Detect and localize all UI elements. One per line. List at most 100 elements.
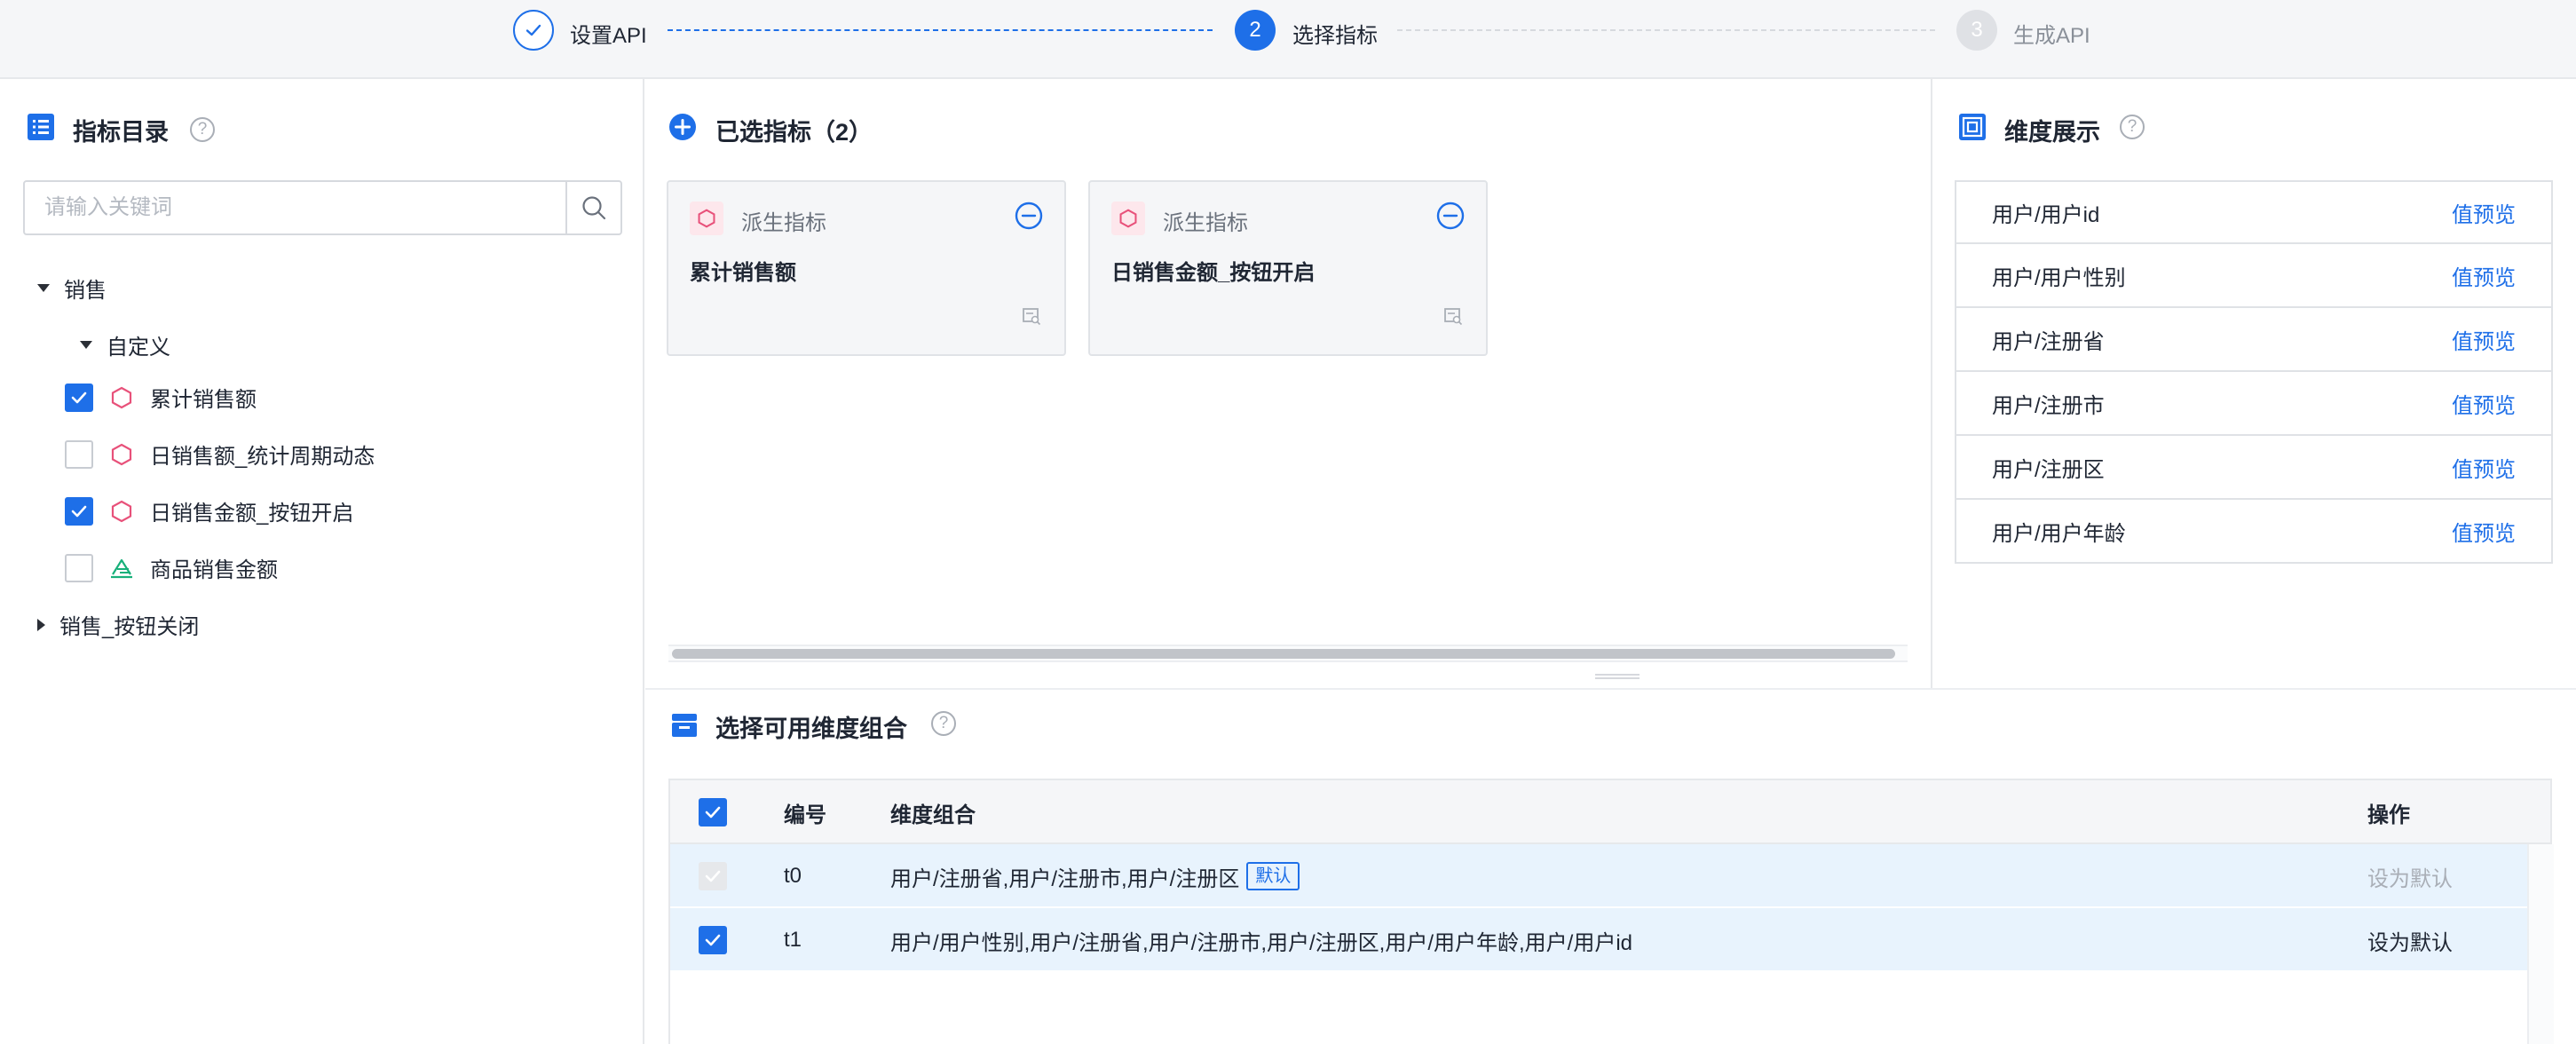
value-preview-link[interactable]: 值预览 xyxy=(2452,260,2516,291)
tree-subgroup-custom[interactable]: 自定义 xyxy=(80,329,170,360)
add-circle-icon xyxy=(668,113,697,141)
combo-title: 选择可用维度组合 xyxy=(715,716,907,742)
dimension-row: 用户/注册省 值预览 xyxy=(1955,308,2553,372)
caret-right-icon[interactable] xyxy=(37,618,45,631)
tree-item-label: 日销售金额_按钮开启 xyxy=(150,502,354,526)
metric-card[interactable]: 派生指标 日销售金额_按钮开启 xyxy=(1088,180,1488,356)
derived-metric-icon xyxy=(1111,202,1145,235)
selected-metrics-panel: 已选指标（2） 派生指标 累计销售额 派生指标 日销售金额_按钮开启 xyxy=(645,79,1932,688)
dimension-label: 用户/用户性别 xyxy=(1992,265,2126,290)
derived-metric-icon xyxy=(109,442,134,467)
remove-circle-icon[interactable] xyxy=(1015,202,1043,230)
search-icon xyxy=(582,196,606,220)
step-1-check-icon[interactable] xyxy=(513,10,554,51)
card-name: 累计销售额 xyxy=(690,261,796,285)
row-id: t0 xyxy=(784,864,802,888)
card-type: 派生指标 xyxy=(741,211,826,235)
help-icon[interactable]: ? xyxy=(931,711,956,736)
resize-handle[interactable] xyxy=(1595,668,1640,679)
dimension-combo-section: 选择可用维度组合 ? 编号 维度组合 操作 t0 用户/注册省,用户/注册市,用… xyxy=(645,688,2576,1044)
table-row: t0 用户/注册省,用户/注册市,用户/注册区 默认 设为默认 xyxy=(670,844,2527,908)
tree-subgroup-label: 自定义 xyxy=(107,336,170,360)
metric-catalog-panel: 指标目录 ? 销售 自定义 累计销售额 日销售额_统计周期动态 xyxy=(0,79,644,1044)
stepper: 设置API 2 选择指标 3 生成API xyxy=(0,0,2576,79)
row-combo: 用户/用户性别,用户/注册省,用户/注册市,用户/注册区,用户/用户年龄,用户/… xyxy=(890,930,1633,955)
value-preview-link[interactable]: 值预览 xyxy=(2452,197,2516,228)
row-combo-text: 用户/注册省,用户/注册市,用户/注册区 xyxy=(890,866,1240,891)
tree-item[interactable]: 日销售额_统计周期动态 xyxy=(65,439,375,470)
preview-icon[interactable] xyxy=(1443,306,1463,326)
row-checkbox[interactable] xyxy=(699,926,727,954)
tree-item[interactable]: 累计销售额 xyxy=(65,382,257,413)
set-default-link[interactable]: 设为默认 xyxy=(2367,908,2453,972)
step-connector-1 xyxy=(668,29,1213,31)
item-checkbox[interactable] xyxy=(65,496,93,526)
dimension-title: 维度展示 xyxy=(2004,119,2100,146)
select-all-checkbox[interactable] xyxy=(699,798,727,826)
tree-group-sales-button-off[interactable]: 销售_按钮关闭 xyxy=(37,609,199,640)
remove-circle-icon[interactable] xyxy=(1436,202,1465,230)
stack-icon xyxy=(670,711,699,740)
column-action: 操作 xyxy=(2367,803,2410,827)
tree-item-label: 日销售额_统计周期动态 xyxy=(150,445,375,469)
step-connector-2 xyxy=(1397,29,1935,31)
dimension-row: 用户/用户id 值预览 xyxy=(1955,180,2553,244)
scrollbar-thumb[interactable] xyxy=(672,649,1895,659)
atomic-metric-icon xyxy=(109,556,134,581)
default-tag: 默认 xyxy=(1246,862,1300,890)
derived-metric-icon xyxy=(109,499,134,524)
card-type: 派生指标 xyxy=(1163,211,1248,235)
dimension-panel: 维度展示 ? 用户/用户id 值预览 用户/用户性别 值预览 用户/注册省 值预… xyxy=(1933,79,2576,688)
tree-item-label: 累计销售额 xyxy=(150,388,257,412)
item-checkbox[interactable] xyxy=(65,553,93,582)
derived-metric-icon xyxy=(690,202,723,235)
dimension-row: 用户/注册市 值预览 xyxy=(1955,372,2553,436)
value-preview-link[interactable]: 值预览 xyxy=(2452,388,2516,419)
dimension-row: 用户/注册区 值预览 xyxy=(1955,436,2553,500)
catalog-title: 指标目录 xyxy=(73,119,169,146)
caret-down-icon[interactable] xyxy=(37,284,50,292)
tree-item-label: 商品销售金额 xyxy=(150,558,278,582)
item-checkbox[interactable] xyxy=(65,383,93,412)
column-combo: 维度组合 xyxy=(890,803,976,827)
help-icon[interactable]: ? xyxy=(2120,115,2145,139)
step-2-label[interactable]: 选择指标 xyxy=(1292,18,1378,49)
help-icon[interactable]: ? xyxy=(190,117,215,142)
step-2-number[interactable]: 2 xyxy=(1235,10,1276,51)
dimension-row: 用户/用户性别 值预览 xyxy=(1955,244,2553,308)
tree-group-sales[interactable]: 销售 xyxy=(37,273,107,304)
dimension-label: 用户/用户id xyxy=(1992,202,2100,227)
horizontal-scrollbar[interactable] xyxy=(668,645,1908,662)
preview-icon[interactable] xyxy=(1022,306,1041,326)
dimension-row: 用户/用户年龄 值预览 xyxy=(1955,500,2553,564)
dimension-label: 用户/注册区 xyxy=(1992,457,2105,482)
metric-card[interactable]: 派生指标 累计销售额 xyxy=(667,180,1066,356)
row-combo: 用户/注册省,用户/注册市,用户/注册区 默认 xyxy=(890,844,1300,908)
combo-table: 编号 维度组合 操作 t0 用户/注册省,用户/注册市,用户/注册区 默认 设为… xyxy=(668,779,2554,1044)
vertical-scrollbar[interactable] xyxy=(2527,844,2554,1044)
table-header: 编号 维度组合 操作 xyxy=(670,780,2550,844)
step-3-number[interactable]: 3 xyxy=(1956,10,1997,51)
step-3-label[interactable]: 生成API xyxy=(2013,18,2090,49)
search-button[interactable] xyxy=(565,182,620,233)
item-checkbox[interactable] xyxy=(65,439,93,469)
search-input[interactable] xyxy=(25,182,565,233)
value-preview-link[interactable]: 值预览 xyxy=(2452,324,2516,355)
table-row: t1 用户/用户性别,用户/注册省,用户/注册市,用户/注册区,用户/用户年龄,… xyxy=(670,908,2527,972)
value-preview-link[interactable]: 值预览 xyxy=(2452,452,2516,483)
tree-group-label: 销售 xyxy=(64,279,107,303)
tree-item[interactable]: 商品销售金额 xyxy=(65,552,278,583)
tree-item[interactable]: 日销售金额_按钮开启 xyxy=(65,495,353,526)
row-checkbox xyxy=(699,862,727,890)
column-id: 编号 xyxy=(784,803,826,827)
list-icon xyxy=(27,113,55,141)
card-name: 日销售金额_按钮开启 xyxy=(1111,261,1316,285)
selected-title: 已选指标（2） xyxy=(715,119,873,146)
value-preview-link[interactable]: 值预览 xyxy=(2452,516,2516,547)
caret-down-icon[interactable] xyxy=(80,341,92,349)
step-1-label[interactable]: 设置API xyxy=(570,18,647,49)
set-default-link-disabled: 设为默认 xyxy=(2367,866,2453,891)
dimension-label: 用户/用户年龄 xyxy=(1992,521,2126,546)
search-box xyxy=(23,180,622,235)
row-id: t1 xyxy=(784,928,802,952)
